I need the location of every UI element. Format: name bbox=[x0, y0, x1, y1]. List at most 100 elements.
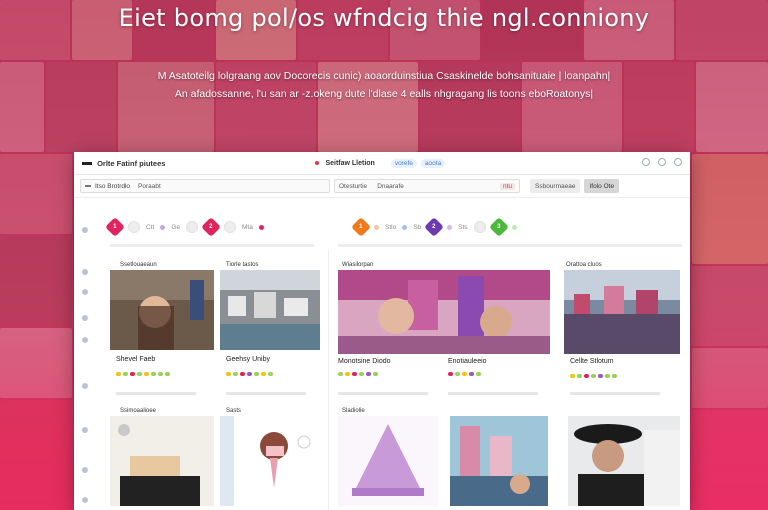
category-row-right: 1 Stlo Sb 2 Sts 3 bbox=[351, 217, 517, 237]
rail-trending-icon[interactable] bbox=[82, 383, 88, 389]
card-progress bbox=[116, 392, 196, 395]
search-value: Poraabt bbox=[138, 182, 161, 190]
nav-pill-1[interactable]: vorefe bbox=[390, 158, 417, 168]
nav-pill-2[interactable]: aoota bbox=[420, 158, 446, 168]
card[interactable] bbox=[568, 410, 682, 510]
category-label[interactable]: Stlo bbox=[385, 224, 396, 231]
card[interactable] bbox=[450, 410, 550, 510]
category-label[interactable]: Mta bbox=[242, 224, 253, 231]
rail-settings-icon[interactable] bbox=[82, 427, 88, 433]
filter-bar: Itso Brotrdlo Poraabt Otesturtie Dnaaraf… bbox=[74, 175, 690, 198]
tiny-dot-icon bbox=[160, 224, 166, 230]
card-title: Monotsine Diodo bbox=[338, 358, 391, 365]
search-icon bbox=[85, 185, 91, 187]
card-tag: Sasts bbox=[226, 408, 242, 414]
rail-history-icon[interactable] bbox=[82, 337, 88, 343]
category-label[interactable]: Ctt bbox=[146, 224, 154, 231]
category-label[interactable]: Ge bbox=[171, 224, 180, 231]
app-logo[interactable]: Orlte Fatinf piutees bbox=[82, 159, 165, 168]
card-title: Enotiauleeio bbox=[448, 358, 487, 365]
top-navigation-bar: Orlte Fatinf piutees Seitfaw Lletion vor… bbox=[74, 152, 690, 175]
nav-link[interactable]: Seitfaw Lletion bbox=[325, 160, 374, 167]
card-title: Geehsy Uniby bbox=[226, 356, 270, 363]
category-ghost-icon[interactable] bbox=[473, 221, 486, 233]
top-right-controls bbox=[642, 158, 682, 166]
category-label[interactable]: Sb bbox=[413, 224, 421, 231]
card[interactable]: Sasts bbox=[220, 408, 324, 510]
category-badge-orange[interactable]: 1 bbox=[351, 217, 371, 237]
filter-value: Dnaarafe bbox=[377, 182, 404, 190]
card-title: Cellte Stlotum bbox=[570, 358, 614, 365]
category-badge-purple[interactable]: 2 bbox=[424, 217, 445, 237]
card-tag: Ssimoaalioee bbox=[120, 408, 157, 414]
card-progress bbox=[338, 392, 428, 395]
card-progress bbox=[448, 392, 538, 395]
sort-button[interactable]: Ssbourmaeae bbox=[530, 179, 581, 193]
category-badge-pink[interactable]: 1 bbox=[105, 217, 125, 237]
view-button[interactable]: Ifolo Ote bbox=[584, 179, 620, 193]
user-icon[interactable] bbox=[658, 158, 666, 166]
logo-icon bbox=[82, 162, 92, 166]
rail-home-icon[interactable] bbox=[82, 227, 88, 233]
category-ghost-icon[interactable] bbox=[185, 221, 198, 233]
card-thumbnail bbox=[338, 270, 550, 354]
card-thumbnail bbox=[220, 416, 320, 506]
category-badge-pink[interactable]: 2 bbox=[201, 217, 221, 237]
tiny-dot-icon bbox=[511, 224, 517, 230]
category-badge-green[interactable]: 3 bbox=[488, 217, 509, 237]
rail-saved-icon[interactable] bbox=[82, 289, 88, 295]
category-row-left: 1 Ctt Ge 2 Mta bbox=[105, 217, 264, 237]
nav-dot-icon bbox=[315, 161, 320, 165]
card-tag: Wiasilorpan bbox=[342, 262, 374, 268]
card-thumbnail bbox=[568, 416, 680, 506]
card-thumbnail bbox=[338, 416, 438, 506]
card[interactable]: Sladiolie bbox=[338, 408, 438, 510]
card-thumbnail bbox=[450, 416, 548, 506]
rail-collections-icon[interactable] bbox=[82, 315, 88, 321]
card-thumbnail bbox=[220, 270, 320, 350]
card-thumbnail bbox=[110, 416, 214, 506]
notification-icon[interactable] bbox=[642, 158, 650, 166]
divider-left bbox=[110, 244, 314, 247]
card-progress bbox=[570, 392, 660, 395]
card-rating bbox=[570, 374, 617, 378]
rail-logout-icon[interactable] bbox=[82, 497, 88, 503]
card[interactable]: Orattoa cluos Cellte Stlotum bbox=[564, 262, 682, 404]
divider-right bbox=[338, 244, 682, 247]
app-logo-text: Orlte Fatinf piutees bbox=[97, 158, 166, 168]
tiny-dot-icon bbox=[402, 224, 408, 230]
card-tag: Ssetlouaeaun bbox=[120, 262, 157, 268]
card-progress bbox=[226, 392, 306, 395]
card[interactable]: Wiasilorpan Monotsine Diodo Enotiauleeio bbox=[338, 262, 552, 404]
card[interactable]: Ssimoaalioee bbox=[110, 408, 214, 510]
card-rating bbox=[338, 372, 378, 376]
card-title: Shevel Faeb bbox=[116, 356, 156, 363]
headline: Eiet bomg pol/os wfndcig thie ngl.connio… bbox=[118, 4, 650, 32]
filter-chip[interactable]: ntu bbox=[499, 182, 515, 190]
card-thumbnail bbox=[110, 270, 214, 350]
card-rating bbox=[448, 372, 481, 376]
filter-input[interactable]: Otesturtie Dnaarafe ntu bbox=[334, 179, 520, 193]
settings-icon[interactable] bbox=[674, 158, 682, 166]
search-input[interactable]: Itso Brotrdlo Poraabt bbox=[80, 179, 330, 193]
card-tag: Orattoa cluos bbox=[566, 262, 602, 268]
category-ghost-icon[interactable] bbox=[223, 221, 236, 233]
category-ghost-icon[interactable] bbox=[128, 221, 140, 233]
tiny-dot-icon bbox=[447, 224, 453, 230]
rail-help-icon[interactable] bbox=[82, 467, 88, 473]
card-rating bbox=[116, 372, 170, 376]
tiny-dot-icon bbox=[374, 224, 379, 230]
card[interactable]: Ssetlouaeaun Shevel Faeb bbox=[110, 262, 214, 404]
card-rating bbox=[226, 372, 273, 376]
card[interactable]: Tiorle tastos Geehsy Uniby bbox=[220, 262, 324, 404]
category-label[interactable]: Sts bbox=[458, 224, 467, 231]
search-label: Itso Brotrdlo bbox=[95, 182, 131, 190]
subheadline-1: M Asatoteilg lolgraang aov Docorecis cun… bbox=[157, 70, 611, 82]
card-thumbnail bbox=[564, 270, 680, 354]
left-rail bbox=[74, 197, 96, 510]
column-separator bbox=[328, 249, 329, 510]
rail-explore-icon[interactable] bbox=[82, 269, 88, 275]
filter-label: Otesturtie bbox=[339, 182, 368, 190]
subheadline-2: An afadossanne, l'u san ar -z.okeng dute… bbox=[174, 88, 594, 100]
card-tag: Tiorle tastos bbox=[226, 262, 259, 268]
